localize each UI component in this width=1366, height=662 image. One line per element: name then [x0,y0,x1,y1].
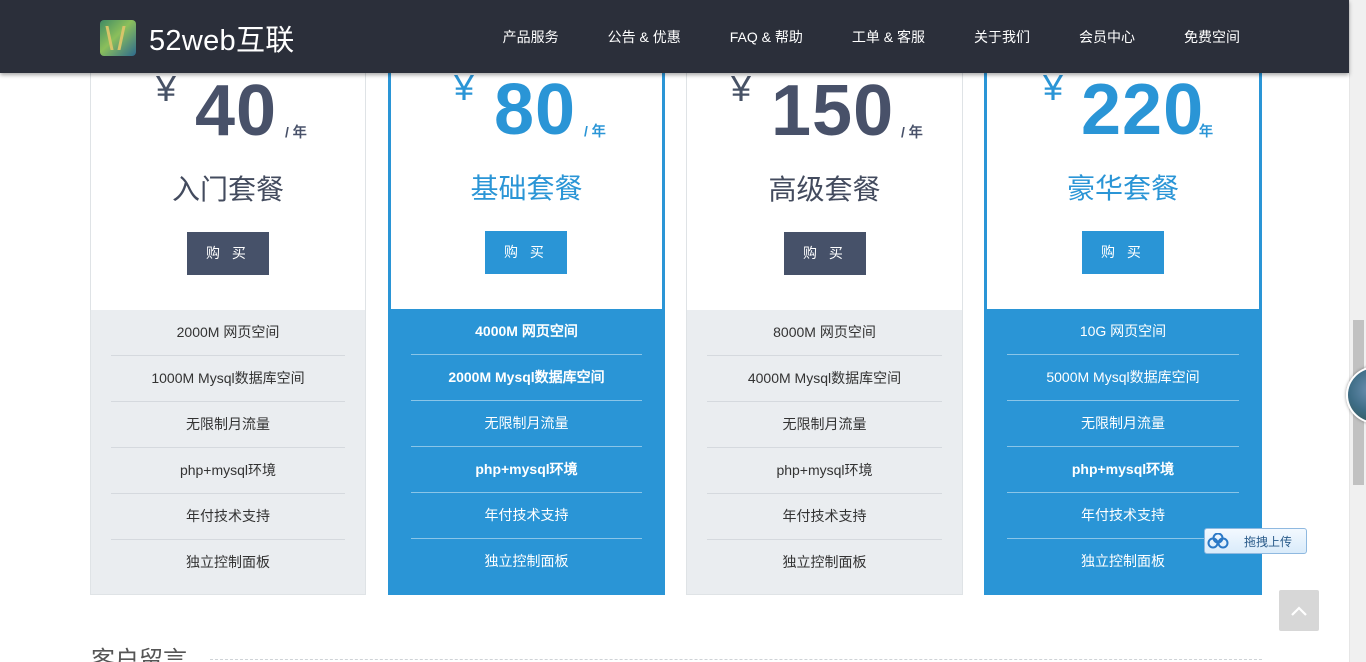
feature-item: 无限制月流量 [707,402,942,448]
plan-card-advanced: ¥ 150 / 年 高级套餐 购 买 8000M 网页空间 4000M Mysq… [686,55,963,595]
plan-name: 豪华套餐 [1066,172,1179,205]
feature-item: 独立控制面板 [782,554,867,570]
plan-features: 4000M 网页空间 2000M Mysql数据库空间 无限制月流量 php+m… [391,309,662,592]
section-divider [210,659,1262,660]
plan-price: 80 [494,70,577,150]
feature-item: 1000M Mysql数据库空间 [111,356,345,402]
plan-period: 年 [1199,123,1213,139]
feature-item: 2000M Mysql数据库空间 [411,355,642,401]
nav-item-announcements[interactable]: 公告 & 优惠 [608,27,681,47]
upload-label: 拖拽上传 [1244,534,1293,549]
feature-item: php+mysql环境 [707,448,942,494]
plan-card-starter: ¥ 40 / 年 入门套餐 购 买 2000M 网页空间 1000M Mysql… [90,55,366,595]
site-logo[interactable]: 52web互联 [100,17,295,59]
buy-button-starter[interactable]: 购 买 [187,232,269,275]
plan-header: ¥ 40 / 年 入门套餐 购 买 [91,56,365,310]
feature-item: php+mysql环境 [411,447,642,493]
plan-header: ¥ 80 / 年 基础套餐 购 买 [391,55,662,309]
main-nav: 产品服务 公告 & 优惠 FAQ & 帮助 工单 & 客服 关于我们 会员中心 … [454,0,1240,73]
top-navbar: 52web互联 产品服务 公告 & 优惠 FAQ & 帮助 工单 & 客服 关于… [0,0,1349,73]
feature-item: 无限制月流量 [111,402,345,448]
currency-symbol: ¥ [1043,67,1064,108]
nav-item-faq[interactable]: FAQ & 帮助 [730,27,803,47]
page: 52web互联 产品服务 公告 & 优惠 FAQ & 帮助 工单 & 客服 关于… [0,0,1366,662]
plan-period: / 年 [584,123,606,139]
plan-name: 基础套餐 [470,172,583,205]
plan-price: 40 [195,71,278,151]
plan-price: 150 [771,71,895,151]
feature-item: 4000M Mysql数据库空间 [707,356,942,402]
feature-item: 年付技术支持 [707,494,942,540]
plan-features: 2000M 网页空间 1000M Mysql数据库空间 无限制月流量 php+m… [91,310,365,594]
vertical-scrollbar[interactable] [1349,0,1366,662]
currency-symbol: ¥ [156,68,177,109]
feature-item: 年付技术支持 [411,493,642,539]
logo-icon [100,20,136,56]
plan-header: ¥ 150 / 年 高级套餐 购 买 [687,56,962,310]
feature-item: php+mysql环境 [1007,447,1239,493]
cloud-icon [1205,529,1231,553]
plan-period: / 年 [901,124,923,140]
plan-features: 8000M 网页空间 4000M Mysql数据库空间 无限制月流量 php+m… [687,310,962,594]
feature-item: 无限制月流量 [411,401,642,447]
logo-text: 52web互联 [149,25,295,57]
currency-symbol: ¥ [454,67,475,108]
plan-name: 高级套餐 [768,173,881,206]
plan-card-basic: ¥ 80 / 年 基础套餐 购 买 4000M 网页空间 2000M Mysql… [388,55,665,595]
feature-item: php+mysql环境 [111,448,345,494]
buy-button-advanced[interactable]: 购 买 [784,232,866,275]
feature-item: 5000M Mysql数据库空间 [1007,355,1239,401]
feature-item: 独立控制面板 [484,553,569,569]
chevron-up-icon [1291,605,1307,616]
feature-item: 2000M 网页空间 [111,310,345,356]
plan-period: / 年 [285,124,307,140]
section-title-messages: 客户留言 [91,646,187,662]
nav-item-member-center[interactable]: 会员中心 [1079,27,1135,47]
buy-button-basic[interactable]: 购 买 [485,231,567,274]
plan-name: 入门套餐 [171,173,284,206]
nav-item-products[interactable]: 产品服务 [503,27,559,47]
plan-card-premium: ¥ 220 年 豪华套餐 购 买 10G 网页空间 5000M Mysql数据库… [984,55,1262,595]
feature-item: 10G 网页空间 [1007,309,1239,355]
drag-upload-widget[interactable]: 拖拽上传 [1204,528,1307,554]
feature-item: 4000M 网页空间 [411,309,642,355]
buy-button-premium[interactable]: 购 买 [1082,231,1164,274]
back-to-top-button[interactable] [1279,590,1319,631]
currency-symbol: ¥ [731,68,752,109]
nav-item-about[interactable]: 关于我们 [974,27,1030,47]
nav-item-free-space[interactable]: 免费空间 [1184,27,1240,47]
plan-price: 220 [1081,70,1205,150]
feature-item: 年付技术支持 [111,494,345,540]
feature-item: 无限制月流量 [1007,401,1239,447]
feature-item: 独立控制面板 [186,554,270,570]
feature-item: 8000M 网页空间 [707,310,942,356]
plan-header: ¥ 220 年 豪华套餐 购 买 [987,55,1259,309]
nav-item-tickets[interactable]: 工单 & 客服 [852,27,925,47]
